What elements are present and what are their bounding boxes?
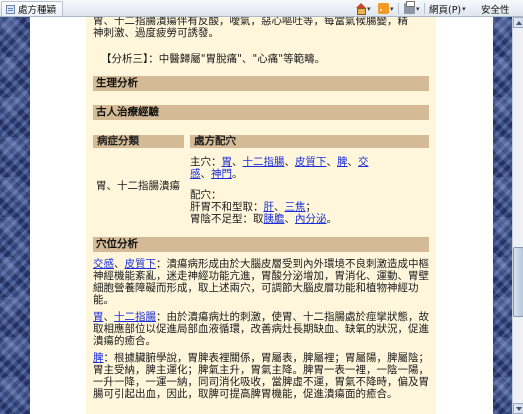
chevron-down-icon: ▾: [462, 4, 466, 13]
page-content: 胃、十二指腸潰瘍伴有反酸，噯氣，惡心嘔吐等，每當氣候腸變，精 神刺激、過度疲勞可…: [86, 17, 436, 414]
separator: 、: [232, 156, 243, 168]
point-link-subcortex[interactable]: 皮質下: [295, 156, 327, 168]
separator: 、: [347, 156, 359, 168]
page-menu[interactable]: 網頁(P) ▾: [429, 2, 466, 16]
point-link-liver[interactable]: 肝: [264, 201, 275, 213]
separator: 、: [284, 213, 296, 225]
secondary-points-label: 配穴：: [190, 189, 222, 201]
column-disease-class: 病症分類: [93, 135, 184, 148]
point-link-duodenum[interactable]: 十二指腸: [114, 311, 156, 323]
symptom-line: 神刺激、過度疲勞可誘發。: [93, 27, 219, 39]
point-link-sympathetic[interactable]: 交感: [93, 258, 114, 270]
point-link-subcortex[interactable]: 皮質下: [125, 258, 157, 270]
scroll-down-button[interactable]: [513, 403, 523, 414]
symptom-text: 胃、十二指腸潰瘍伴有反酸，噯氣，惡心嘔吐等，每當氣候腸變，精 神刺激、過度疲勞可…: [93, 17, 429, 39]
column-prescription: 處方配穴: [190, 135, 429, 148]
chevron-down-icon: ▾: [390, 4, 394, 13]
point-link-stomach[interactable]: 胃: [222, 156, 233, 168]
liver-stomach-row: 肝胃不和型取：肝、三焦；: [190, 201, 410, 213]
feed-icon: [378, 3, 389, 14]
main-points: 主穴：胃、十二指腸、皮質下、脾、交感、神門。: [190, 156, 380, 180]
terminator: 。: [326, 213, 338, 225]
separator: 、: [284, 156, 296, 168]
scroll-thumb[interactable]: [513, 247, 523, 317]
tab-title: 處方種穎: [18, 5, 57, 16]
acupoint-para-3: 脾：根據臟腑學說，胃脾表裡關係，胃屬表，脾屬裡；胃屬陽，脾屬陰；胃主受納，脾主運…: [93, 352, 429, 400]
liver-stomach-label: 肝胃不和型取：: [190, 201, 264, 213]
stomach-yin-label: 胃陰不足型：取: [190, 213, 264, 225]
symptom-line: 胃、十二指腸潰瘍伴有反酸，噯氣，惡心嘔吐等，每當氣候腸變，精: [93, 17, 408, 27]
browser-tab[interactable]: 處方種穎: [1, 1, 64, 16]
page-icon: [6, 4, 15, 14]
terminator: ；: [305, 201, 317, 213]
chevron-down-icon: ▾: [416, 4, 420, 13]
point-link-duodenum[interactable]: 十二指腸: [243, 156, 285, 168]
safety-menu[interactable]: 安全性: [481, 2, 510, 16]
point-link-stomach[interactable]: 胃: [93, 311, 104, 323]
separator: 、: [326, 156, 338, 168]
separator: 、: [200, 168, 212, 180]
separator: 、: [274, 201, 285, 213]
toolbar-divider: [398, 3, 399, 14]
point-link-pancreas-gallbladder[interactable]: 胰膽: [264, 213, 285, 225]
vertical-scrollbar[interactable]: [512, 17, 523, 414]
stomach-yin-row: 胃陰不足型：取胰膽、內分泌。: [190, 213, 410, 225]
main-points-label: 主穴：: [190, 156, 222, 168]
safety-menu-label: 安全性: [481, 4, 510, 16]
left-decorative-border: [0, 17, 30, 414]
section-acupoint: 穴位分析: [93, 237, 429, 252]
separator: 、: [103, 311, 115, 323]
acupoint-para-1: 交感、皮質下：潰瘍病形成由於大腦皮層受到內外環境不良刺激造成中樞神經機能紊亂，迷…: [93, 258, 429, 306]
home-icon: [355, 3, 366, 15]
home-button[interactable]: ▾: [355, 2, 371, 15]
point-link-shenmen[interactable]: 神門: [211, 168, 232, 180]
point-link-spleen[interactable]: 脾: [93, 352, 104, 364]
section-ancient: 古人治療經驗: [93, 105, 429, 120]
section-physiology: 生理分析: [93, 76, 429, 91]
acupoint-para-2: 胃、十二指腸：由於潰瘍病灶的刺激，使胃、十二指腸處於痙攣狀態，故取相應部位以促進…: [93, 311, 429, 347]
right-decorative-border: [493, 17, 512, 414]
chevron-down-icon: ▾: [367, 4, 371, 13]
disease-name: 胃、十二指腸潰瘍: [96, 180, 180, 192]
print-button[interactable]: ▾: [404, 1, 420, 15]
point-link-sanjiao[interactable]: 三焦: [285, 201, 306, 213]
separator: 、: [114, 258, 125, 270]
terminator: 。: [232, 168, 243, 180]
browser-toolbar: 處方種穎 ▾ ▾ ▾ 網頁(P) ▾ 安全性: [0, 0, 523, 17]
point-link-spleen[interactable]: 脾: [337, 156, 348, 168]
analysis-three: 【分析三】：中醫歸屬"胃脫痛"、"心痛"等範疇。: [101, 53, 326, 65]
secondary-points: 配穴： 肝胃不和型取：肝、三焦； 胃陰不足型：取胰膽、內分泌。: [190, 189, 410, 225]
print-icon: [404, 1, 415, 14]
point-link-endocrine[interactable]: 內分泌: [295, 213, 327, 225]
feeds-button[interactable]: ▾: [378, 2, 394, 15]
page-menu-label: 網頁(P): [429, 4, 462, 16]
toolbar-divider: [424, 3, 425, 14]
paragraph-text: ：根據臟腑學說，胃脾表裡關係，胃屬表，脾屬裡；胃屬陽，脾屬陰；胃主受納，脾主運化…: [93, 352, 429, 400]
scroll-up-button[interactable]: [513, 17, 523, 28]
